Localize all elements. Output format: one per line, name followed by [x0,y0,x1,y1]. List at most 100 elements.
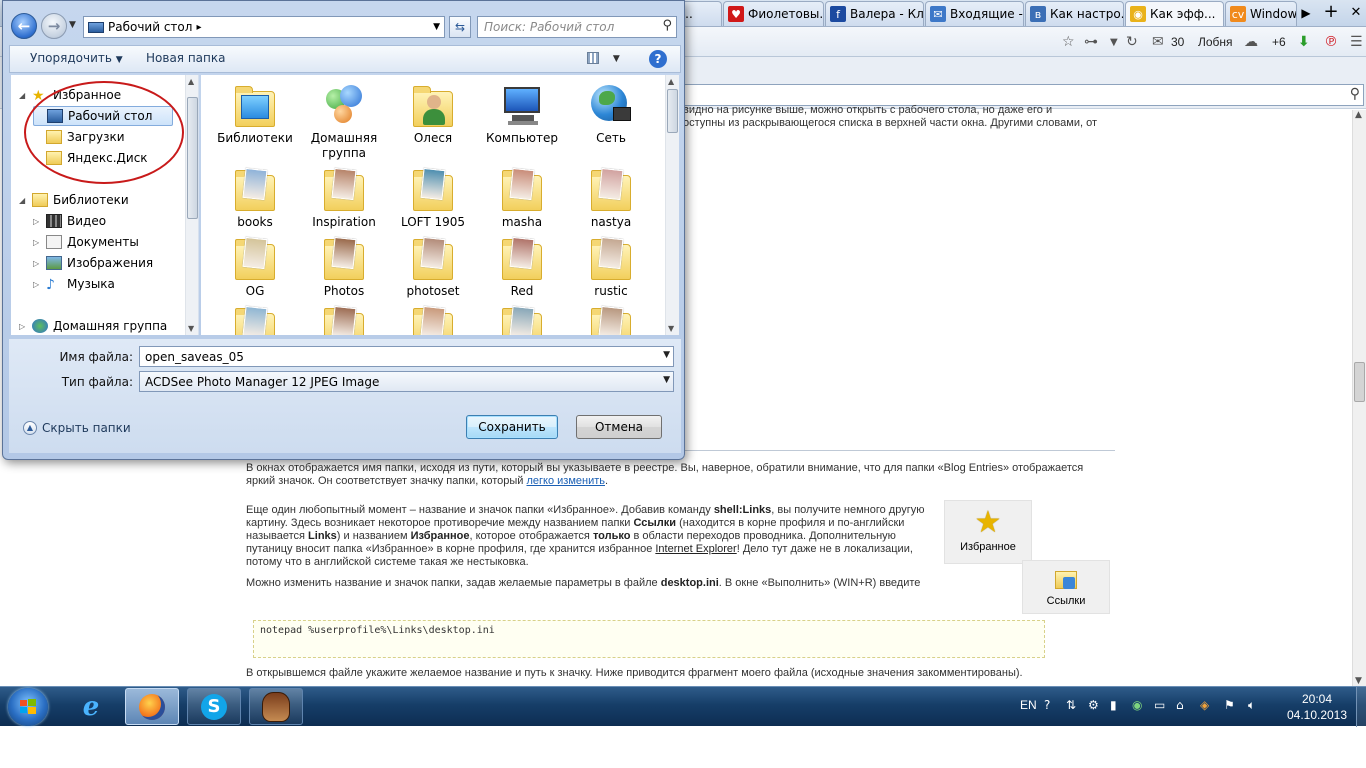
file-item[interactable]: books [211,165,299,230]
nav-item[interactable]: ▷ Документы [33,232,139,252]
new-folder-button[interactable]: Новая папка [146,51,225,65]
file-item[interactable]: Сеть [567,81,655,146]
file-item[interactable]: LOFT 1905 [389,165,477,230]
search-icon[interactable]: ⚲ [662,18,672,33]
find-input[interactable]: ⚲ [680,84,1364,106]
nav-item[interactable]: ▷ Видео [33,211,106,231]
search-input[interactable]: Поиск: Рабочий стол ⚲ [477,16,677,38]
bluetooth-icon[interactable]: ⚙ [1088,698,1099,712]
usb-device-icon[interactable]: ⌂ [1176,698,1184,712]
nav-item[interactable]: ▷ Домашняя группа [19,316,167,335]
close-tab-icon[interactable]: ✕ [1221,8,1223,21]
window-close-icon[interactable]: ✕ [1348,1,1364,25]
navigation-scroll-thumb[interactable] [187,97,198,219]
filetype-select[interactable]: ACDSee Photo Manager 12 JPEG Image ▼ [139,371,674,392]
file-scroll-thumb[interactable] [667,89,678,133]
reader-glasses-icon[interactable]: ⊶ [1084,31,1098,53]
navigation-scrollbar[interactable]: ▲ ▼ [185,75,198,335]
recent-pages-dropdown-icon[interactable]: ▼ [69,20,76,30]
file-item[interactable] [389,303,477,335]
ie-link[interactable]: Internet Explorer [655,543,736,555]
refresh-button[interactable]: ⇆ [449,16,471,38]
expand-arrow-icon[interactable]: ▷ [19,322,27,331]
file-item[interactable]: photoset [389,234,477,299]
weather-cloud-icon[interactable]: ☁ [1244,31,1258,53]
nav-item[interactable]: ◢ Библиотеки [19,190,129,210]
nav-item[interactable]: Загрузки [33,127,125,147]
view-options-button[interactable]: ▼ [587,50,627,68]
file-list-scrollbar[interactable]: ▲ ▼ [665,75,679,335]
file-item[interactable]: masha [478,165,566,230]
network-sync-icon[interactable]: ⇅ [1066,698,1076,712]
chevron-down-icon[interactable]: ▼ [663,375,670,385]
address-separator-icon[interactable]: ▸ [196,22,201,33]
file-item[interactable]: rustic [567,234,655,299]
file-item[interactable]: Домашняя группа [300,81,388,161]
show-desktop-button[interactable] [1356,687,1366,727]
browser-tab[interactable]: ✉ Входящие - ... [925,1,1024,26]
save-button[interactable]: Сохранить [466,415,558,439]
nav-item[interactable]: ▷ ♪ Музыка [33,274,115,294]
tab-scroll-right-icon[interactable]: ▶ [1298,2,1314,24]
expand-arrow-icon[interactable]: ◢ [19,196,27,205]
file-item[interactable] [211,303,299,335]
action-center-flag-icon[interactable]: ⚑ [1224,698,1235,712]
signal-icon[interactable]: ▮ [1110,698,1117,712]
firefox-taskbar-button[interactable] [125,688,179,725]
nav-item[interactable]: ▷ Изображения [33,253,153,273]
filename-value[interactable]: open_saveas_05 [145,350,244,364]
expand-arrow-icon[interactable]: ▷ [33,217,41,226]
start-button[interactable] [8,688,48,726]
cancel-button[interactable]: Отмена [576,415,662,439]
change-icon-link[interactable]: легко изменить [526,475,605,487]
chevron-down-icon[interactable]: ▼ [663,350,670,360]
file-item[interactable]: Библиотеки [211,81,299,146]
filename-field[interactable]: open_saveas_05 ▼ [139,346,674,367]
file-item[interactable]: Inspiration [300,165,388,230]
expand-arrow-icon[interactable]: ▷ [33,238,41,247]
nav-item[interactable]: Яндекс.Диск [33,148,148,168]
nav-item[interactable]: ◢ ★ Избранное [19,85,121,105]
internet-explorer-icon[interactable]: e [64,688,118,725]
browser-tab[interactable]: f Валера - Кл... [825,1,924,26]
file-item[interactable] [567,303,655,335]
address-bar[interactable]: Рабочий стол ▸ ▼ [83,16,445,38]
mail-icon[interactable]: ✉ [1152,31,1164,53]
filetype-value[interactable]: ACDSee Photo Manager 12 JPEG Image [145,375,379,389]
expand-arrow-icon[interactable]: ◢ [19,91,27,100]
hide-folders-button[interactable]: ▲ Скрыть папки [23,421,131,435]
game-taskbar-button[interactable] [249,688,303,725]
antivirus-icon[interactable]: ◉ [1132,698,1142,712]
browser-tab[interactable]: ♥ Фиолетовы... [723,1,824,26]
pinterest-icon[interactable]: ℗ [1324,31,1338,53]
update-icon[interactable]: ◈ [1200,698,1209,712]
file-item[interactable]: Компьютер [478,81,566,146]
back-button[interactable]: ← [11,13,37,39]
expand-arrow-icon[interactable]: ▷ [33,259,41,268]
language-indicator[interactable]: EN [1020,698,1037,712]
clock[interactable]: 20:04 04.10.2013 [1282,691,1352,723]
page-scroll-thumb[interactable] [1354,362,1365,402]
help-tray-icon[interactable]: ? [1044,698,1050,712]
nav-item[interactable]: Рабочий стол [33,106,173,126]
page-scrollbar[interactable]: ▲ ▼ [1352,110,1366,686]
file-item[interactable]: nastya [567,165,655,230]
browser-tab[interactable]: в Как настро... [1025,1,1124,26]
new-tab-button[interactable]: + [1322,1,1340,25]
help-button[interactable]: ? [649,50,667,68]
expand-arrow-icon[interactable]: ▷ [33,280,41,289]
scroll-down-icon[interactable]: ▼ [188,324,194,333]
scroll-down-icon[interactable]: ▼ [668,324,674,333]
search-icon[interactable]: ⚲ [1350,86,1360,102]
file-item[interactable]: Red [478,234,566,299]
organize-button[interactable]: Упорядочить ▼ [30,51,123,65]
address-dropdown-icon[interactable]: ▼ [433,22,440,32]
scroll-up-icon[interactable]: ▲ [1355,110,1362,120]
scroll-up-icon[interactable]: ▲ [668,77,674,86]
menu-icon[interactable]: ☰ [1350,31,1363,53]
history-dropdown-icon[interactable]: ▼ [1110,31,1118,53]
file-item[interactable]: Олеся [389,81,477,146]
address-text[interactable]: Рабочий стол [108,20,192,34]
file-item[interactable]: Photos [300,234,388,299]
forward-button[interactable]: → [41,13,67,39]
